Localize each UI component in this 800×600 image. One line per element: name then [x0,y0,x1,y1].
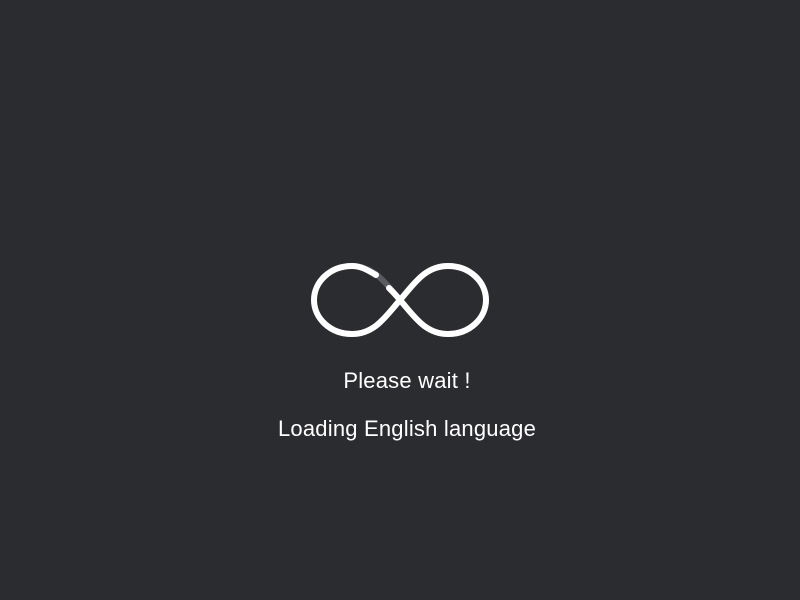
infinity-loader-icon [310,260,490,340]
loading-language-text: Loading English language [277,416,536,441]
loading-screen: Please wait ! Loading English language [0,0,800,600]
please-wait-text: Please wait ! [343,368,471,393]
